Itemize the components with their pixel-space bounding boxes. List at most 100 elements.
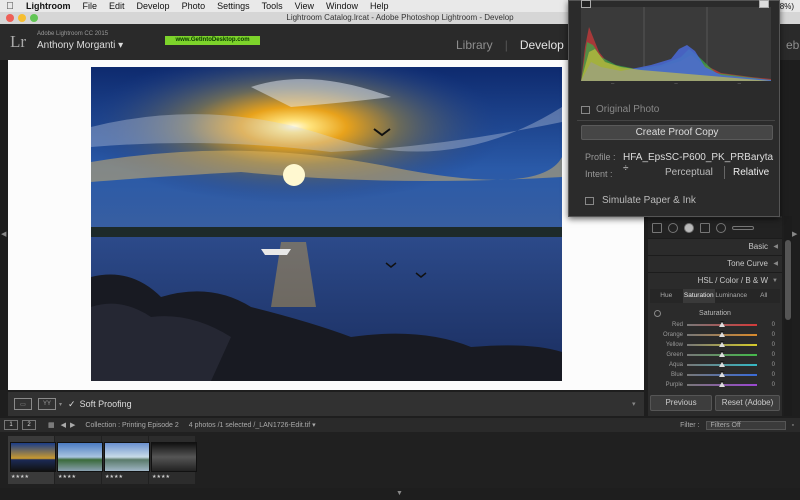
left-panel-toggle-icon[interactable]: ◀ [1,230,6,238]
slider-thumb[interactable] [719,381,725,387]
menu-tools[interactable]: Tools [256,1,289,11]
collection-source[interactable]: Collection : Printing Episode 2 [85,422,178,429]
saturation-slider-aqua[interactable]: Aqua 0 [652,360,780,370]
slider-value[interactable]: 0 [757,342,775,348]
slider-thumb[interactable] [719,331,725,337]
slider-value[interactable]: 0 [757,372,775,378]
apple-menu-icon[interactable]:  [0,1,20,12]
collapse-arrow-icon[interactable]: ◀ [773,239,778,255]
collapse-arrow-icon[interactable]: ◀ [773,256,778,272]
tab-saturation[interactable]: Saturation [682,289,715,303]
panel-hsl-label: HSL / Color / B & W [697,276,768,285]
filmstrip-lock-icon[interactable]: ▫ [792,422,794,429]
slider-track[interactable] [687,371,757,377]
menu-settings[interactable]: Settings [211,1,256,11]
slider-thumb[interactable] [719,361,725,367]
window-2-button[interactable]: 2 [22,420,36,430]
slider-thumb[interactable] [719,341,725,347]
loupe-view-button[interactable]: ▭ [14,398,32,410]
module-develop[interactable]: Develop [520,38,564,52]
radial-filter-icon[interactable] [716,223,726,233]
simulate-paper-ink-checkbox[interactable] [585,196,594,205]
back-arrow-icon[interactable]: ◀ [61,421,66,429]
saturation-slider-green[interactable]: Green 0 [652,350,780,360]
expand-arrow-icon[interactable]: ▼ [772,273,778,289]
saturation-slider-purple[interactable]: Purple 0 [652,380,780,390]
original-photo-checkbox[interactable] [581,105,590,114]
sunset-photo[interactable] [91,67,562,381]
adjustment-brush-icon[interactable] [732,226,754,230]
selection-count[interactable]: 4 photos /1 selected /_LAN1726-Edit.tif … [189,421,316,429]
menu-help[interactable]: Help [364,1,395,11]
watermark-banner: www.GetIntoDesktop.com [165,36,260,45]
right-panel-toggle-icon[interactable]: ▶ [792,230,797,238]
menu-view[interactable]: View [289,1,320,11]
intent-relative-option[interactable]: Relative [733,167,769,178]
slider-label: Purple [665,382,683,388]
red-eye-tool-icon[interactable] [684,223,694,233]
tab-hue[interactable]: Hue [650,289,683,303]
saturation-slider-yellow[interactable]: Yellow 0 [652,340,780,350]
slider-value[interactable]: 0 [757,332,775,338]
menu-develop[interactable]: Develop [131,1,176,11]
tab-all[interactable]: All [748,289,781,303]
saturation-slider-orange[interactable]: Orange 0 [652,330,780,340]
soft-proofing-checkbox[interactable]: ✓ [68,399,76,410]
graduated-filter-icon[interactable] [700,223,710,233]
soft-proofing-label[interactable]: Soft Proofing [80,399,132,409]
slider-track[interactable] [687,351,757,357]
slider-track[interactable] [687,381,757,387]
slider-value[interactable]: 0 [757,382,775,388]
previous-button[interactable]: Previous [650,395,712,411]
create-proof-copy-button[interactable]: Create Proof Copy [581,125,773,140]
menu-lightroom[interactable]: Lightroom [20,1,77,11]
saturation-slider-red[interactable]: Red 0 [652,320,780,330]
forward-arrow-icon[interactable]: ▶ [70,421,75,429]
filmstrip-toggle-icon[interactable]: ▼ [396,490,403,497]
destination-gamut-warning-icon[interactable] [759,0,769,8]
thumbnail-sunset[interactable] [10,442,56,472]
filter-select[interactable]: Filters Off [705,420,786,430]
module-library[interactable]: Library [456,38,493,52]
slider-value[interactable]: 0 [757,322,775,328]
saturation-title: Saturation [699,310,731,317]
original-photo-label: Original Photo [596,104,660,115]
module-web[interactable]: eb [786,38,799,52]
original-photo-toggle[interactable]: Original Photo [581,104,659,115]
panel-scrollbar-thumb[interactable] [785,240,791,320]
thumbnail-coast[interactable] [57,442,103,472]
saturation-slider-blue[interactable]: Blue 0 [652,370,780,380]
chevron-down-icon[interactable]: ▾ [59,401,62,408]
menu-edit[interactable]: Edit [103,1,131,11]
monitor-gamut-warning-icon[interactable] [581,0,591,8]
panel-hsl[interactable]: HSL / Color / B & W ▼ [648,272,782,288]
slider-track[interactable] [687,341,757,347]
slider-value[interactable]: 0 [757,352,775,358]
thumbnail-dog[interactable] [151,442,197,472]
window-1-button[interactable]: 1 [4,420,18,430]
crop-tool-icon[interactable] [652,223,662,233]
menu-photo[interactable]: Photo [176,1,212,11]
slider-track[interactable] [687,361,757,367]
slider-thumb[interactable] [719,321,725,327]
develop-toolbar: ▭ YY ▾ ✓ Soft Proofing [8,392,644,416]
panel-tone-curve[interactable]: Tone Curve ◀ [648,255,782,271]
toolbar-menu-icon[interactable]: ▾ [632,400,636,408]
tab-luminance[interactable]: Luminance [715,289,748,303]
panel-basic[interactable]: Basic ◀ [648,238,782,254]
slider-track[interactable] [687,321,757,327]
before-after-button[interactable]: YY [38,398,56,410]
identity-plate-user[interactable]: Anthony Morganti ▾ [37,40,123,51]
menu-window[interactable]: Window [320,1,364,11]
thumbnail-harbor[interactable] [104,442,150,472]
intent-perceptual-option[interactable]: Perceptual [665,167,713,178]
slider-thumb[interactable] [719,371,725,377]
slider-value[interactable]: 0 [757,362,775,368]
menu-file[interactable]: File [77,1,104,11]
reset-button[interactable]: Reset (Adobe) [715,395,780,411]
spot-removal-tool-icon[interactable] [668,223,678,233]
simulate-paper-ink-toggle[interactable]: Simulate Paper & Ink [585,195,696,206]
grid-view-icon[interactable]: ▦ [48,421,55,429]
slider-thumb[interactable] [719,351,725,357]
slider-track[interactable] [687,331,757,337]
